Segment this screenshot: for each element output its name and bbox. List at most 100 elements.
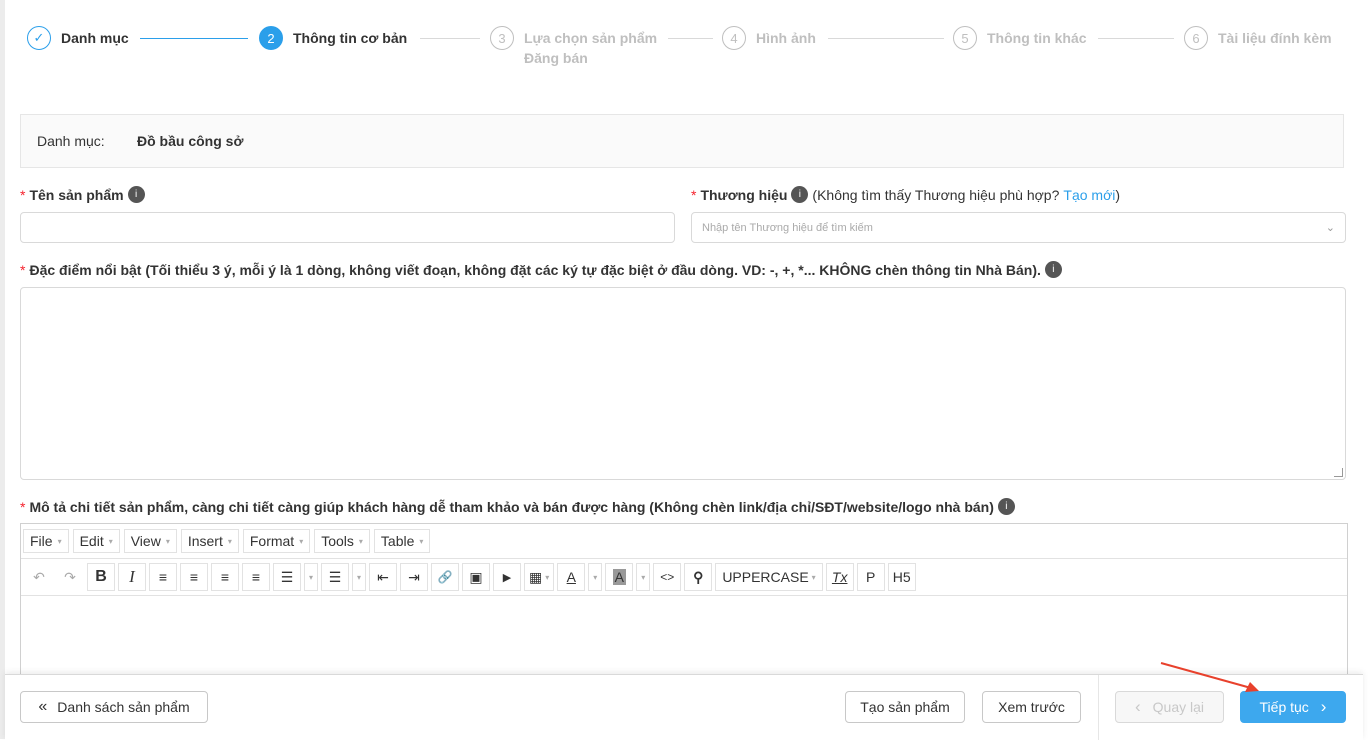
editor-menubar: File ▾ Edit ▾ View ▾ Insert ▾ Format ▾ Tools ▾… bbox=[21, 524, 1347, 559]
menu-file[interactable]: File ▾ bbox=[23, 529, 69, 553]
editor-content-area[interactable] bbox=[21, 596, 1347, 684]
italic-icon[interactable]: I bbox=[118, 563, 146, 591]
preview-button[interactable]: Xem trước bbox=[982, 691, 1081, 723]
editor-toolbar: ↶ ↷ B I ≡ ≡ ≡ ≡ ☰ ▾ ☰ ▾ ⇤ ⇥ 🔗 ▣ ▶ ▦ ▾ A ▾… bbox=[21, 559, 1347, 596]
resize-handle[interactable] bbox=[1334, 468, 1343, 477]
caret-icon: ▾ bbox=[57, 536, 62, 546]
align-center-icon[interactable]: ≡ bbox=[180, 563, 208, 591]
required-mark: * bbox=[20, 186, 26, 203]
heading-button[interactable]: H5 bbox=[887, 563, 916, 591]
caret-icon: ▾ bbox=[641, 572, 646, 582]
step-4-label: Hình ảnh bbox=[756, 30, 816, 46]
chevron-right-icon: › bbox=[1320, 697, 1327, 716]
caret-icon: ▾ bbox=[358, 536, 363, 546]
brand-select[interactable]: Nhập tên Thương hiệu để tìm kiếm ⌄ bbox=[691, 212, 1346, 243]
code-icon[interactable]: <> bbox=[653, 563, 682, 591]
align-right-icon[interactable]: ≡ bbox=[211, 563, 239, 591]
align-left-icon[interactable]: ≡ bbox=[149, 563, 177, 591]
text-color-dropdown[interactable]: ▾ bbox=[588, 563, 603, 591]
bullet-list-glyph: ☰ bbox=[280, 568, 294, 585]
description-label: * Mô tả chi tiết sản phẩm, càng chi tiết… bbox=[20, 498, 1015, 515]
binoculars-icon[interactable]: ⚲ bbox=[684, 563, 713, 591]
step-connector-5 bbox=[1098, 38, 1174, 39]
menu-edit-label: Edit bbox=[79, 533, 104, 549]
brand-label-text: Thương hiệu bbox=[700, 186, 788, 203]
wizard-stepper: ✓ Danh mục 2 Thông tin cơ bản 3 Lựa chọn… bbox=[0, 0, 1368, 80]
caret-icon: ▾ bbox=[309, 572, 314, 582]
indent-icon[interactable]: ⇥ bbox=[400, 563, 429, 591]
menu-tools-label: Tools bbox=[321, 533, 354, 549]
product-list-button[interactable]: « Danh sách sản phẩm bbox=[20, 691, 208, 723]
menu-insert-label: Insert bbox=[187, 533, 223, 549]
chevron-down-icon: ⌄ bbox=[1325, 222, 1335, 234]
step-2[interactable]: 2 Thông tin cơ bản bbox=[259, 26, 407, 50]
menu-view[interactable]: View ▾ bbox=[123, 529, 177, 553]
step-1-label: Danh mục bbox=[61, 30, 129, 46]
step-4[interactable]: 4 Hình ảnh bbox=[722, 26, 816, 50]
footer-divider bbox=[1098, 675, 1099, 740]
rich-text-editor: File ▾ Edit ▾ View ▾ Insert ▾ Format ▾ Tools ▾… bbox=[20, 523, 1348, 683]
info-icon[interactable]: i bbox=[791, 186, 809, 203]
back-button[interactable]: ‹ Quay lại bbox=[1115, 691, 1224, 723]
numbered-list-dropdown[interactable]: ▾ bbox=[352, 563, 367, 591]
clear-format-icon[interactable]: Tx bbox=[825, 563, 854, 591]
text-color-icon[interactable]: A bbox=[557, 563, 586, 591]
highlights-textarea[interactable] bbox=[20, 287, 1346, 480]
paragraph-button[interactable]: P bbox=[856, 563, 885, 591]
description-label-text: Mô tả chi tiết sản phẩm, càng chi tiết c… bbox=[29, 498, 994, 515]
menu-file-label: File bbox=[30, 533, 53, 549]
redo-icon[interactable]: ↷ bbox=[56, 563, 84, 591]
brand-hint-suffix: ) bbox=[1115, 186, 1121, 203]
menu-edit[interactable]: Edit ▾ bbox=[72, 529, 120, 553]
caret-icon: ▾ bbox=[357, 572, 362, 582]
menu-tools[interactable]: Tools ▾ bbox=[314, 529, 370, 553]
step-3-label-line2: Đăng bán bbox=[524, 50, 588, 66]
media-icon[interactable]: ▶ bbox=[493, 563, 522, 591]
menu-view-label: View bbox=[130, 533, 161, 549]
background-color-icon[interactable]: A bbox=[605, 563, 634, 591]
double-chevron-left-icon: « bbox=[38, 698, 48, 715]
step-3-number: 3 bbox=[490, 26, 514, 50]
step-connector-1 bbox=[140, 38, 248, 39]
create-product-button[interactable]: Tạo sản phẩm bbox=[845, 691, 965, 723]
undo-icon[interactable]: ↶ bbox=[25, 563, 53, 591]
uppercase-button[interactable]: UPPERCASE ▾ bbox=[715, 563, 823, 591]
menu-table[interactable]: Table ▾ bbox=[373, 529, 431, 553]
info-icon[interactable]: i bbox=[997, 498, 1015, 515]
create-brand-link[interactable]: Tạo mới bbox=[1063, 187, 1115, 203]
info-icon[interactable]: i bbox=[1044, 261, 1062, 278]
product-name-label-text: Tên sản phẩm bbox=[29, 186, 124, 203]
caret-icon: ▾ bbox=[108, 536, 113, 546]
justify-icon[interactable]: ≡ bbox=[242, 563, 270, 591]
required-mark: * bbox=[20, 498, 26, 515]
caret-icon: ▾ bbox=[227, 536, 232, 546]
caret-icon: ▾ bbox=[165, 536, 170, 546]
continue-button[interactable]: Tiếp tục › bbox=[1240, 691, 1346, 723]
caret-icon: ▾ bbox=[299, 536, 304, 546]
brand-label: * Thương hiệu i (Không tìm thấy Thương h… bbox=[691, 186, 1120, 203]
numbered-list-icon[interactable]: ☰ bbox=[321, 563, 350, 591]
caret-icon: ▾ bbox=[811, 572, 816, 582]
menu-insert[interactable]: Insert ▾ bbox=[180, 529, 239, 553]
bullet-list-icon[interactable]: ☰ bbox=[273, 563, 301, 591]
highlights-label-text: Đặc điểm nổi bật (Tối thiểu 3 ý, mỗi ý l… bbox=[29, 261, 1041, 278]
bullet-list-dropdown[interactable]: ▾ bbox=[304, 563, 319, 591]
brand-select-placeholder: Nhập tên Thương hiệu để tìm kiếm bbox=[702, 222, 873, 234]
info-icon[interactable]: i bbox=[127, 186, 145, 203]
bold-icon[interactable]: B bbox=[87, 563, 115, 591]
link-icon[interactable]: 🔗 bbox=[431, 563, 460, 591]
outdent-icon[interactable]: ⇤ bbox=[369, 563, 398, 591]
step-6[interactable]: 6 Tài liệu đính kèm bbox=[1184, 26, 1332, 50]
step-5[interactable]: 5 Thông tin khác bbox=[953, 26, 1087, 50]
category-label: Danh mục: bbox=[37, 133, 105, 149]
chevron-left-icon: ‹ bbox=[1134, 697, 1141, 716]
step-3[interactable]: 3 Lựa chọn sản phẩm Đăng bán bbox=[490, 26, 657, 68]
category-value: Đồ bầu công sở bbox=[137, 133, 244, 149]
background-color-dropdown[interactable]: ▾ bbox=[636, 563, 651, 591]
table-icon[interactable]: ▦ ▾ bbox=[524, 563, 555, 591]
step-1[interactable]: ✓ Danh mục bbox=[27, 26, 129, 50]
step-connector-4 bbox=[828, 38, 944, 39]
product-name-input[interactable] bbox=[20, 212, 675, 243]
menu-format[interactable]: Format ▾ bbox=[242, 529, 311, 553]
image-icon[interactable]: ▣ bbox=[462, 563, 491, 591]
